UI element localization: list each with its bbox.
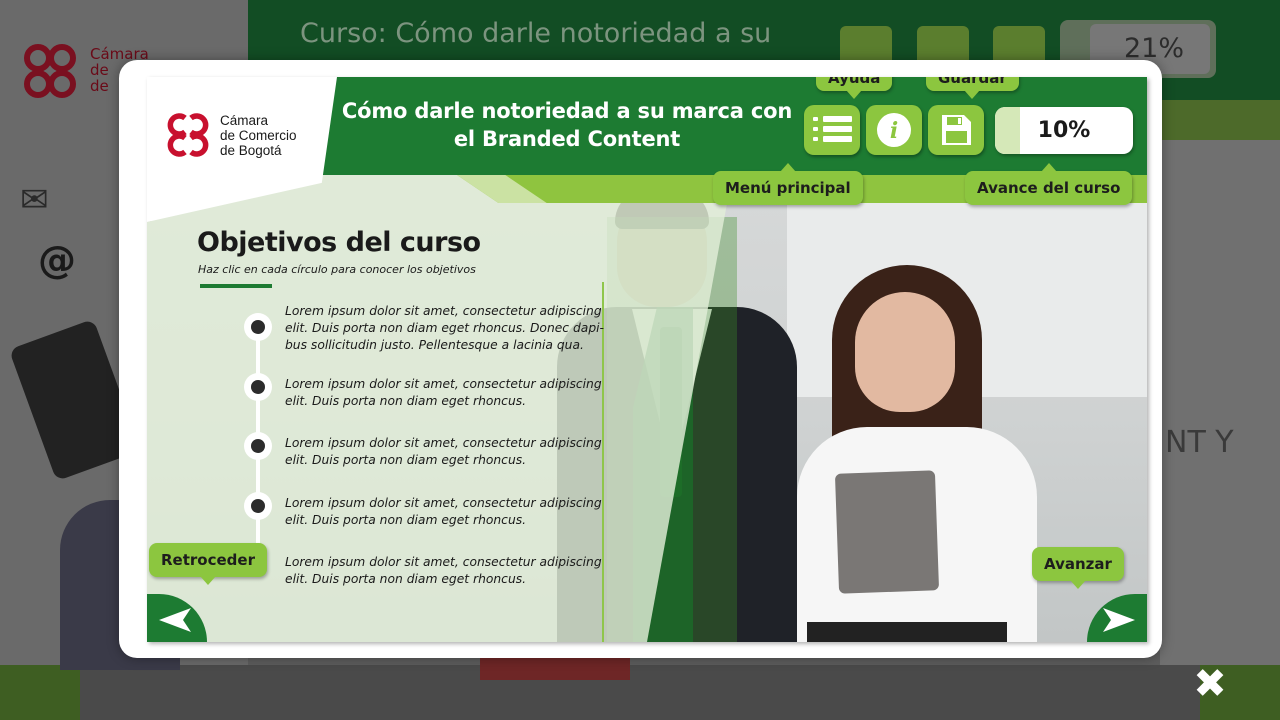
menu-tooltip: Menú principal [713,163,863,205]
info-icon: i [877,113,911,147]
back-tooltip: Retroceder [149,543,267,585]
logo-text: Cámara de Comercio de Bogotá [220,113,297,158]
arrow-right-icon [1103,608,1135,632]
arrow-left-icon [159,608,191,632]
objective-dot-3[interactable] [244,432,272,460]
back-button[interactable] [147,594,207,642]
list-icon [813,116,852,142]
background-side-text: NT Y [1165,425,1234,460]
save-button[interactable] [928,105,984,155]
objective-dot-2[interactable] [244,373,272,401]
title-underline [200,284,272,288]
help-button[interactable]: i [866,105,922,155]
objective-text-3: Lorem ipsum dolor sit amet, consectetur … [285,436,602,467]
close-icon[interactable]: ✖ [1190,664,1230,704]
background-logo-mark [24,44,76,98]
objective-text-1: Lorem ipsum dolor sit amet, consectetur … [285,304,604,352]
course-progress: 10% [995,107,1133,154]
camara-comercio-logo-icon [167,113,209,157]
objective-dot-1[interactable] [244,313,272,341]
background-footer [0,665,1280,720]
main-menu-button[interactable] [804,105,860,155]
course-modal: Cámara de Comercio de Bogotá Cómo darle … [119,60,1162,658]
progress-value: 10% [1037,118,1091,143]
help-tooltip: Ayuda [816,77,893,99]
envelope-icon: ✉ [20,180,49,220]
next-button[interactable] [1087,594,1147,642]
objectives-subtitle: Haz clic en cada círculo para conocer lo… [198,263,476,276]
objective-text-5: Lorem ipsum dolor sit amet, consectetur … [285,555,602,586]
objective-text-4: Lorem ipsum dolor sit amet, consectetur … [285,496,602,527]
photo-tablet [834,470,940,594]
floppy-disk-icon [942,115,971,145]
objective-dot-4[interactable] [244,492,272,520]
course-title: Cómo darle notoriedad a su marca con el … [341,99,793,151]
objective-text-2: Lorem ipsum dolor sit amet, consectetur … [285,377,602,408]
objectives-title: Objetivos del curso [197,227,481,258]
progress-tooltip: Avance del curso [965,163,1133,205]
course-slide: Cámara de Comercio de Bogotá Cómo darle … [147,77,1147,642]
svg-text:i: i [890,118,898,144]
next-tooltip: Avanzar [1032,547,1124,589]
background-right-panel [1160,140,1280,670]
at-sign-icon: @ [38,238,76,282]
save-tooltip: Guardar [926,77,1019,99]
background-course-title: Curso: Cómo darle notoriedad a su [300,18,772,49]
background-back-button [0,665,80,720]
